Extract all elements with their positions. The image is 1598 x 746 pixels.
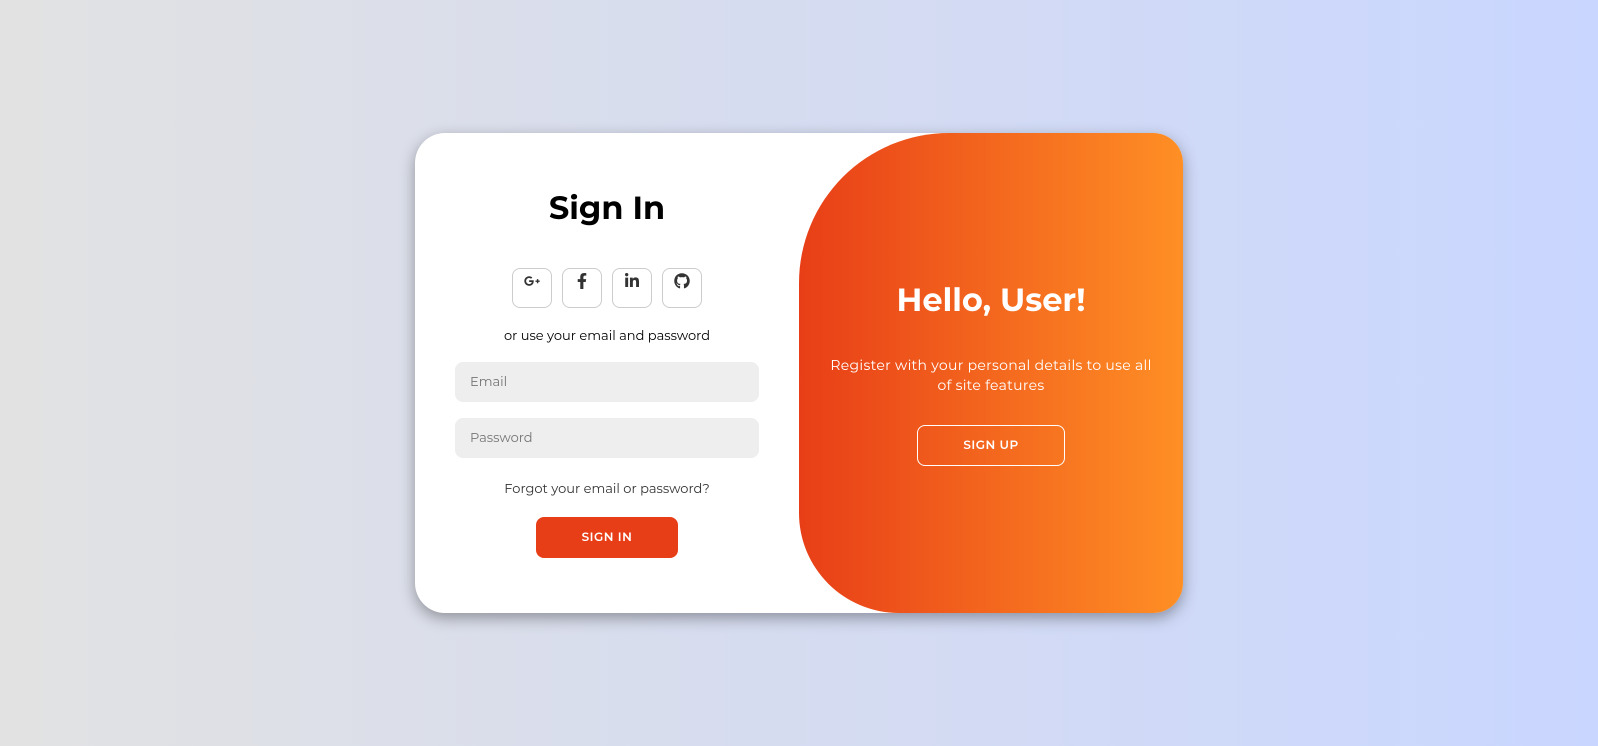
- signin-form: Sign In or use: [415, 133, 799, 613]
- facebook-icon: [574, 273, 590, 293]
- linkedin-icon: [624, 273, 640, 293]
- forgot-link[interactable]: Forgot your email or password?: [504, 481, 709, 497]
- toggle-description: Register with your personal details to u…: [829, 355, 1153, 395]
- google-plus-button[interactable]: [512, 268, 552, 308]
- email-field[interactable]: [455, 362, 759, 402]
- linkedin-button[interactable]: [612, 268, 652, 308]
- signup-button[interactable]: Sign Up: [917, 425, 1064, 466]
- social-alt-text: or use your email and password: [504, 328, 710, 344]
- signin-button[interactable]: Sign In: [536, 517, 679, 558]
- password-field[interactable]: [455, 418, 759, 458]
- github-icon: [674, 273, 690, 293]
- github-button[interactable]: [662, 268, 702, 308]
- google-plus-icon: [524, 273, 540, 293]
- toggle-title: Hello, User!: [897, 281, 1086, 320]
- toggle-panel: Hello, User! Register with your personal…: [799, 133, 1183, 613]
- auth-container: Sign In or use: [415, 133, 1183, 613]
- social-icons-row: [512, 268, 702, 308]
- signin-title: Sign In: [549, 189, 665, 228]
- toggle-content: Hello, User! Register with your personal…: [799, 133, 1183, 613]
- facebook-button[interactable]: [562, 268, 602, 308]
